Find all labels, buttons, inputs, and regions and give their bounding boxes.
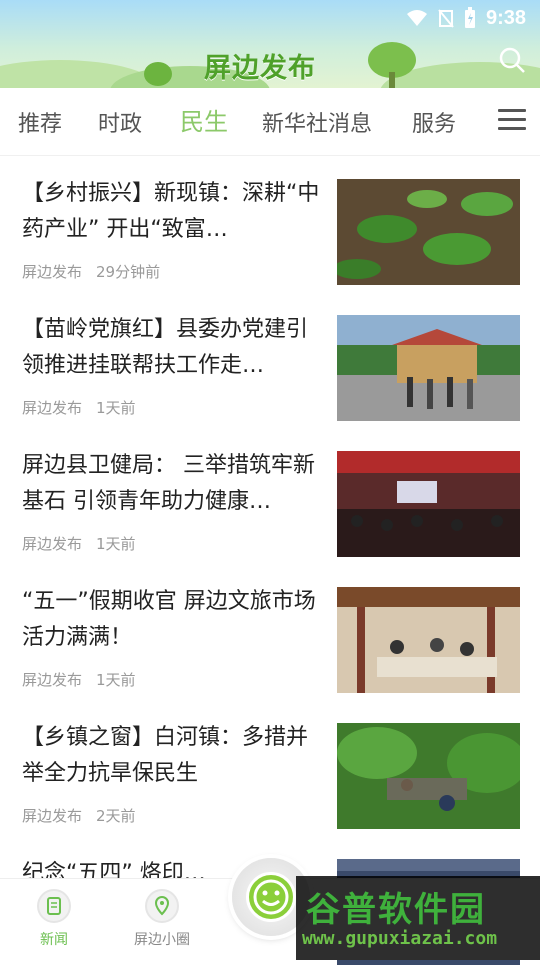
menu-icon[interactable] <box>498 109 526 131</box>
meeting-hall-image <box>337 451 520 557</box>
nav-label: 屏边小圈 <box>134 932 190 948</box>
article-source: 屏边发布 <box>22 671 83 689</box>
article-title: 屏边县卫健局： 三举措筑牢新基石 引领青年助力健康… <box>22 453 315 514</box>
article-meta: 屏边发布 1天前 <box>22 533 150 554</box>
article-source: 屏边发布 <box>22 535 83 553</box>
article-thumbnail <box>337 723 520 829</box>
tab-recommend[interactable]: 推荐 <box>18 106 62 138</box>
list-item[interactable]: 【乡村振兴】新现镇：深耕“中药产业” 开出“致富… 屏边发布 29分钟前 <box>0 156 540 292</box>
village-gate-image <box>337 315 520 421</box>
article-meta: 屏边发布 29分钟前 <box>22 261 174 282</box>
article-title: 【乡镇之窗】白河镇：多措并举全力抗旱保民生 <box>22 725 309 786</box>
status-bar: 9:38 <box>406 0 540 36</box>
market-pavilion-image <box>337 587 520 693</box>
tab-xinhua[interactable]: 新华社消息 <box>262 106 372 138</box>
tab-livelihood[interactable]: 民生 <box>180 102 228 137</box>
app-title: 屏边发布 <box>204 53 316 84</box>
article-time: 1天前 <box>96 399 136 417</box>
list-item[interactable]: 【苗岭党旗红】县委办党建引领推进挂联帮扶工作走… 屏边发布 1天前 <box>0 292 540 428</box>
wifi-icon <box>406 10 427 26</box>
list-item[interactable]: 屏边县卫健局： 三举措筑牢新基石 引领青年助力健康… 屏边发布 1天前 <box>0 428 540 564</box>
article-thumbnail <box>337 315 520 421</box>
article-thumbnail <box>337 587 520 693</box>
herb-field-image <box>337 179 520 285</box>
news-icon <box>37 889 71 923</box>
article-time: 1天前 <box>96 535 136 553</box>
article-source: 屏边发布 <box>22 399 83 417</box>
nav-label: 新闻 <box>40 932 68 948</box>
article-title: “五一”假期收官 屏边文旅市场活力满满！ <box>22 589 316 650</box>
article-meta: 屏边发布 2天前 <box>22 805 150 826</box>
battery-icon <box>464 7 475 28</box>
tree-icon <box>144 62 172 86</box>
watermark-url: www.gupuxiazai.com <box>302 928 498 949</box>
forest-water-image <box>337 723 520 829</box>
no-signal-icon <box>438 9 454 28</box>
article-time: 2天前 <box>96 807 136 825</box>
nav-news[interactable]: 新闻 <box>14 889 94 949</box>
tab-services[interactable]: 服务 <box>412 106 456 138</box>
app-header: 9:38 屏边发布 <box>0 0 540 88</box>
article-source: 屏边发布 <box>22 807 83 825</box>
article-meta: 屏边发布 1天前 <box>22 397 150 418</box>
article-time: 1天前 <box>96 671 136 689</box>
watermark-title: 谷普软件园 <box>306 890 486 930</box>
article-source: 屏边发布 <box>22 263 83 281</box>
nav-pingbian-circle[interactable]: 屏边小圈 <box>122 889 202 949</box>
article-title: 【苗岭党旗红】县委办党建引领推进挂联帮扶工作走… <box>22 317 309 378</box>
article-meta: 屏边发布 1天前 <box>22 669 150 690</box>
status-time: 9:38 <box>485 6 526 29</box>
article-thumbnail <box>337 179 520 285</box>
article-title: 【乡村振兴】新现镇：深耕“中药产业” 开出“致富… <box>22 181 320 242</box>
location-icon <box>145 889 179 923</box>
tree-icon <box>368 42 416 88</box>
article-time: 29分钟前 <box>96 263 161 281</box>
tab-politics[interactable]: 时政 <box>98 106 142 138</box>
site-watermark: 谷普软件园 www.gupuxiazai.com <box>296 876 540 960</box>
list-item[interactable]: 【乡镇之窗】白河镇：多措并举全力抗旱保民生 屏边发布 2天前 <box>0 700 540 836</box>
list-item[interactable]: “五一”假期收官 屏边文旅市场活力满满！ 屏边发布 1天前 <box>0 564 540 700</box>
search-icon[interactable] <box>498 46 526 74</box>
category-tabs: 推荐 时政 民生 新华社消息 服务 <box>0 88 540 156</box>
article-thumbnail <box>337 451 520 557</box>
smile-icon <box>246 872 296 922</box>
